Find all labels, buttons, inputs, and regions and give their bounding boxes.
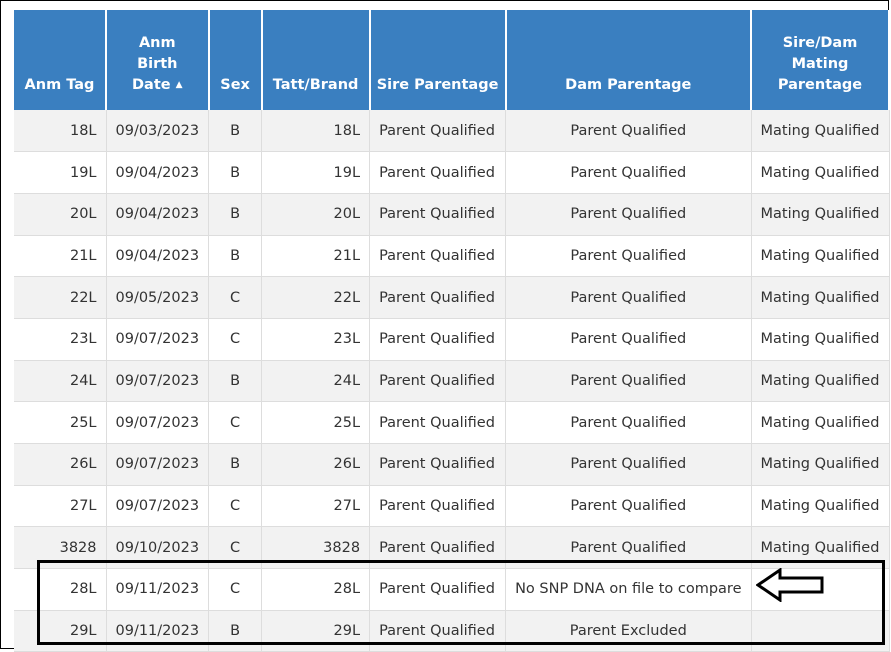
table-row[interactable]: 23L 09/07/2023 C 23L Parent Qualified Parent … — [14, 318, 890, 361]
cell-tatt: 23L — [261, 318, 371, 361]
cell-dam: Parent Qualified — [505, 276, 752, 319]
table-row[interactable]: 20L 09/04/2023 B 20L Parent Qualified Parent … — [14, 193, 890, 236]
cell-tag: 25L — [14, 401, 107, 444]
cell-tag: 19L — [14, 151, 107, 194]
cell-birth: 09/07/2023 — [106, 401, 210, 444]
cell-mating: Mating Qualified — [751, 401, 890, 444]
parentage-results-table: Anm Tag Anm Birth Date ▲ Sex Tatt/Brand … — [14, 10, 890, 652]
cell-tatt: 27L — [261, 485, 371, 528]
cell-dam: Parent Qualified — [505, 401, 752, 444]
cell-mating: Mating Qualified — [751, 360, 890, 403]
cell-dam: Parent Qualified — [505, 360, 752, 403]
header-mating-parentage[interactable]: Sire/Dam Mating Parentage — [751, 10, 890, 110]
sort-ascending-icon[interactable]: ▲ — [176, 80, 183, 90]
cell-mating: Mating Qualified — [751, 110, 890, 153]
table-header-row: Anm Tag Anm Birth Date ▲ Sex Tatt/Brand … — [14, 10, 890, 110]
cell-sire: Parent Qualified — [369, 360, 507, 403]
cell-dam: Parent Qualified — [505, 485, 752, 528]
cell-sire: Parent Qualified — [369, 318, 507, 361]
table-row[interactable]: 27L 09/07/2023 C 27L Parent Qualified Parent … — [14, 485, 890, 528]
cell-sire: Parent Qualified — [369, 485, 507, 528]
cell-tag: 26L — [14, 443, 107, 486]
cell-sire: Parent Qualified — [369, 443, 507, 486]
cell-birth: 09/07/2023 — [106, 360, 210, 403]
cell-sex: B — [208, 151, 263, 194]
cell-sire: Parent Qualified — [369, 276, 507, 319]
cell-sex: B — [208, 235, 263, 278]
cell-mating: Mating Qualified — [751, 443, 890, 486]
cell-dam: Parent Qualified — [505, 318, 752, 361]
header-anm-tag[interactable]: Anm Tag — [14, 10, 107, 110]
cell-tatt: 19L — [261, 151, 371, 194]
header-tatt-brand[interactable]: Tatt/Brand — [261, 10, 371, 110]
cell-sex: B — [208, 443, 263, 486]
cell-tag: 24L — [14, 360, 107, 403]
header-birth-date[interactable]: Anm Birth Date ▲ — [106, 10, 210, 110]
cell-dam: Parent Qualified — [505, 110, 752, 153]
cell-tag: 21L — [14, 235, 107, 278]
cell-birth: 09/04/2023 — [106, 151, 210, 194]
table-row[interactable]: 25L 09/07/2023 C 25L Parent Qualified Parent … — [14, 401, 890, 444]
cell-tatt: 18L — [261, 110, 371, 153]
table-row[interactable]: 24L 09/07/2023 B 24L Parent Qualified Parent … — [14, 360, 890, 403]
cell-sex: B — [208, 193, 263, 236]
cell-tag: 20L — [14, 193, 107, 236]
header-sire-parentage[interactable]: Sire Parentage — [369, 10, 507, 110]
arrow-left-icon — [756, 568, 824, 602]
cell-sire: Parent Qualified — [369, 235, 507, 278]
cell-tatt: 24L — [261, 360, 371, 403]
cell-sex: C — [208, 401, 263, 444]
cell-mating: Mating Qualified — [751, 485, 890, 528]
cell-sex: B — [208, 110, 263, 153]
table-row[interactable]: 19L 09/04/2023 B 19L Parent Qualified Parent … — [14, 151, 890, 194]
cell-tatt: 21L — [261, 235, 371, 278]
cell-tag: 18L — [14, 110, 107, 153]
cell-tag: 23L — [14, 318, 107, 361]
table-row[interactable]: 22L 09/05/2023 C 22L Parent Qualified Parent … — [14, 276, 890, 319]
cell-birth: 09/04/2023 — [106, 235, 210, 278]
cell-birth: 09/05/2023 — [106, 276, 210, 319]
cell-sex: C — [208, 485, 263, 528]
header-dam-parentage[interactable]: Dam Parentage — [505, 10, 753, 110]
cell-sire: Parent Qualified — [369, 110, 507, 153]
cell-sex: C — [208, 276, 263, 319]
cell-birth: 09/07/2023 — [106, 485, 210, 528]
cell-dam: Parent Qualified — [505, 151, 752, 194]
cell-birth: 09/07/2023 — [106, 443, 210, 486]
cell-tag: 27L — [14, 485, 107, 528]
cell-mating: Mating Qualified — [751, 276, 890, 319]
cell-birth: 09/04/2023 — [106, 193, 210, 236]
table-row[interactable]: 26L 09/07/2023 B 26L Parent Qualified Parent … — [14, 443, 890, 486]
cell-sex: B — [208, 360, 263, 403]
cell-mating: Mating Qualified — [751, 193, 890, 236]
cell-mating: Mating Qualified — [751, 235, 890, 278]
cell-tatt: 25L — [261, 401, 371, 444]
cell-tatt: 26L — [261, 443, 371, 486]
cell-dam: Parent Qualified — [505, 443, 752, 486]
cell-dam: Parent Qualified — [505, 193, 752, 236]
cell-mating: Mating Qualified — [751, 151, 890, 194]
cell-sire: Parent Qualified — [369, 151, 507, 194]
cell-sire: Parent Qualified — [369, 401, 507, 444]
header-sex[interactable]: Sex — [208, 10, 263, 110]
cell-tatt: 20L — [261, 193, 371, 236]
table-row[interactable]: 21L 09/04/2023 B 21L Parent Qualified Parent … — [14, 235, 890, 278]
cell-dam: Parent Qualified — [505, 235, 752, 278]
cell-sire: Parent Qualified — [369, 193, 507, 236]
cell-birth: 09/07/2023 — [106, 318, 210, 361]
cell-tatt: 22L — [261, 276, 371, 319]
cell-birth: 09/03/2023 — [106, 110, 210, 153]
cell-mating: Mating Qualified — [751, 318, 890, 361]
cell-tag: 22L — [14, 276, 107, 319]
cell-sex: C — [208, 318, 263, 361]
table-row[interactable]: 18L 09/03/2023 B 18L Parent Qualified Parent … — [14, 110, 890, 153]
